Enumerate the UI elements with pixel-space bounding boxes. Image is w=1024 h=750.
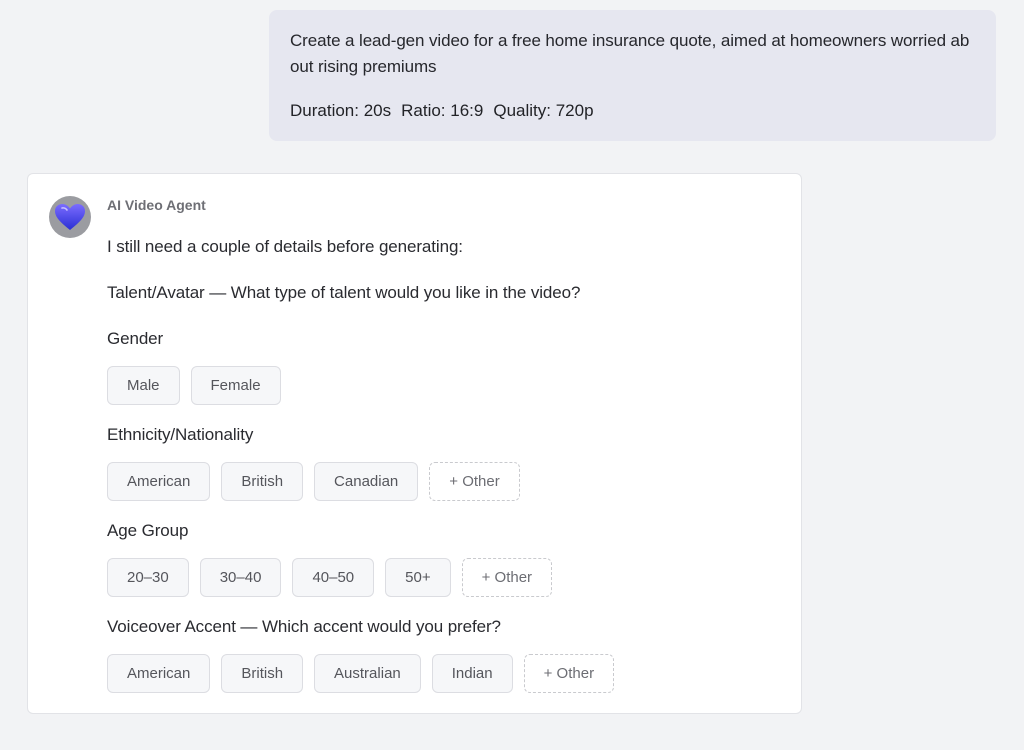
gender-option-female[interactable]: Female	[190, 366, 281, 405]
accent-option-australian[interactable]: Australian	[314, 654, 421, 693]
age-option-50-plus[interactable]: 50+	[385, 558, 451, 597]
ethnicity-label: Ethnicity/Nationality	[107, 425, 254, 444]
ethnicity-options: American British Canadian + Other	[107, 462, 767, 501]
age-option-20-30[interactable]: 20–30	[107, 558, 189, 597]
agent-message-body: I still need a couple of details before …	[107, 234, 767, 693]
heart-icon	[55, 204, 85, 230]
agent-intro-text: I still need a couple of details before …	[107, 237, 463, 256]
agent-message-card: AI Video Agent I still need a couple of …	[27, 173, 802, 714]
talent-question: Talent/Avatar — What type of talent woul…	[107, 283, 581, 302]
age-group-options: 20–30 30–40 40–50 50+ + Other	[107, 558, 767, 597]
age-option-40-50[interactable]: 40–50	[292, 558, 375, 597]
user-prompt-text: Create a lead-gen video for a free home …	[290, 31, 970, 76]
accent-option-british[interactable]: British	[221, 654, 304, 693]
avatar	[49, 196, 91, 238]
user-message-bubble: Create a lead-gen video for a free home …	[269, 10, 996, 141]
ethnicity-option-british[interactable]: British	[221, 462, 304, 501]
ethnicity-option-american[interactable]: American	[107, 462, 211, 501]
age-group-label: Age Group	[107, 521, 189, 540]
quality-setting: Quality: 720p	[493, 101, 594, 120]
accent-option-other[interactable]: + Other	[523, 654, 615, 693]
gender-label: Gender	[107, 329, 164, 348]
accent-options: American British Australian Indian + Oth…	[107, 654, 767, 693]
age-option-other[interactable]: + Other	[461, 558, 553, 597]
duration-setting: Duration: 20s	[290, 101, 392, 120]
ethnicity-option-canadian[interactable]: Canadian	[314, 462, 419, 501]
voiceover-question: Voiceover Accent — Which accent would yo…	[107, 617, 501, 636]
accent-option-indian[interactable]: Indian	[431, 654, 513, 693]
gender-option-male[interactable]: Male	[107, 366, 180, 405]
accent-option-american[interactable]: American	[107, 654, 211, 693]
ratio-setting: Ratio: 16:9	[401, 101, 484, 120]
gender-options: Male Female	[107, 366, 767, 405]
agent-name: AI Video Agent	[107, 197, 206, 213]
generation-settings: Duration: 20s Ratio: 16:9 Quality: 720p	[290, 100, 976, 122]
ethnicity-option-other[interactable]: + Other	[429, 462, 520, 501]
age-option-30-40[interactable]: 30–40	[199, 558, 282, 597]
